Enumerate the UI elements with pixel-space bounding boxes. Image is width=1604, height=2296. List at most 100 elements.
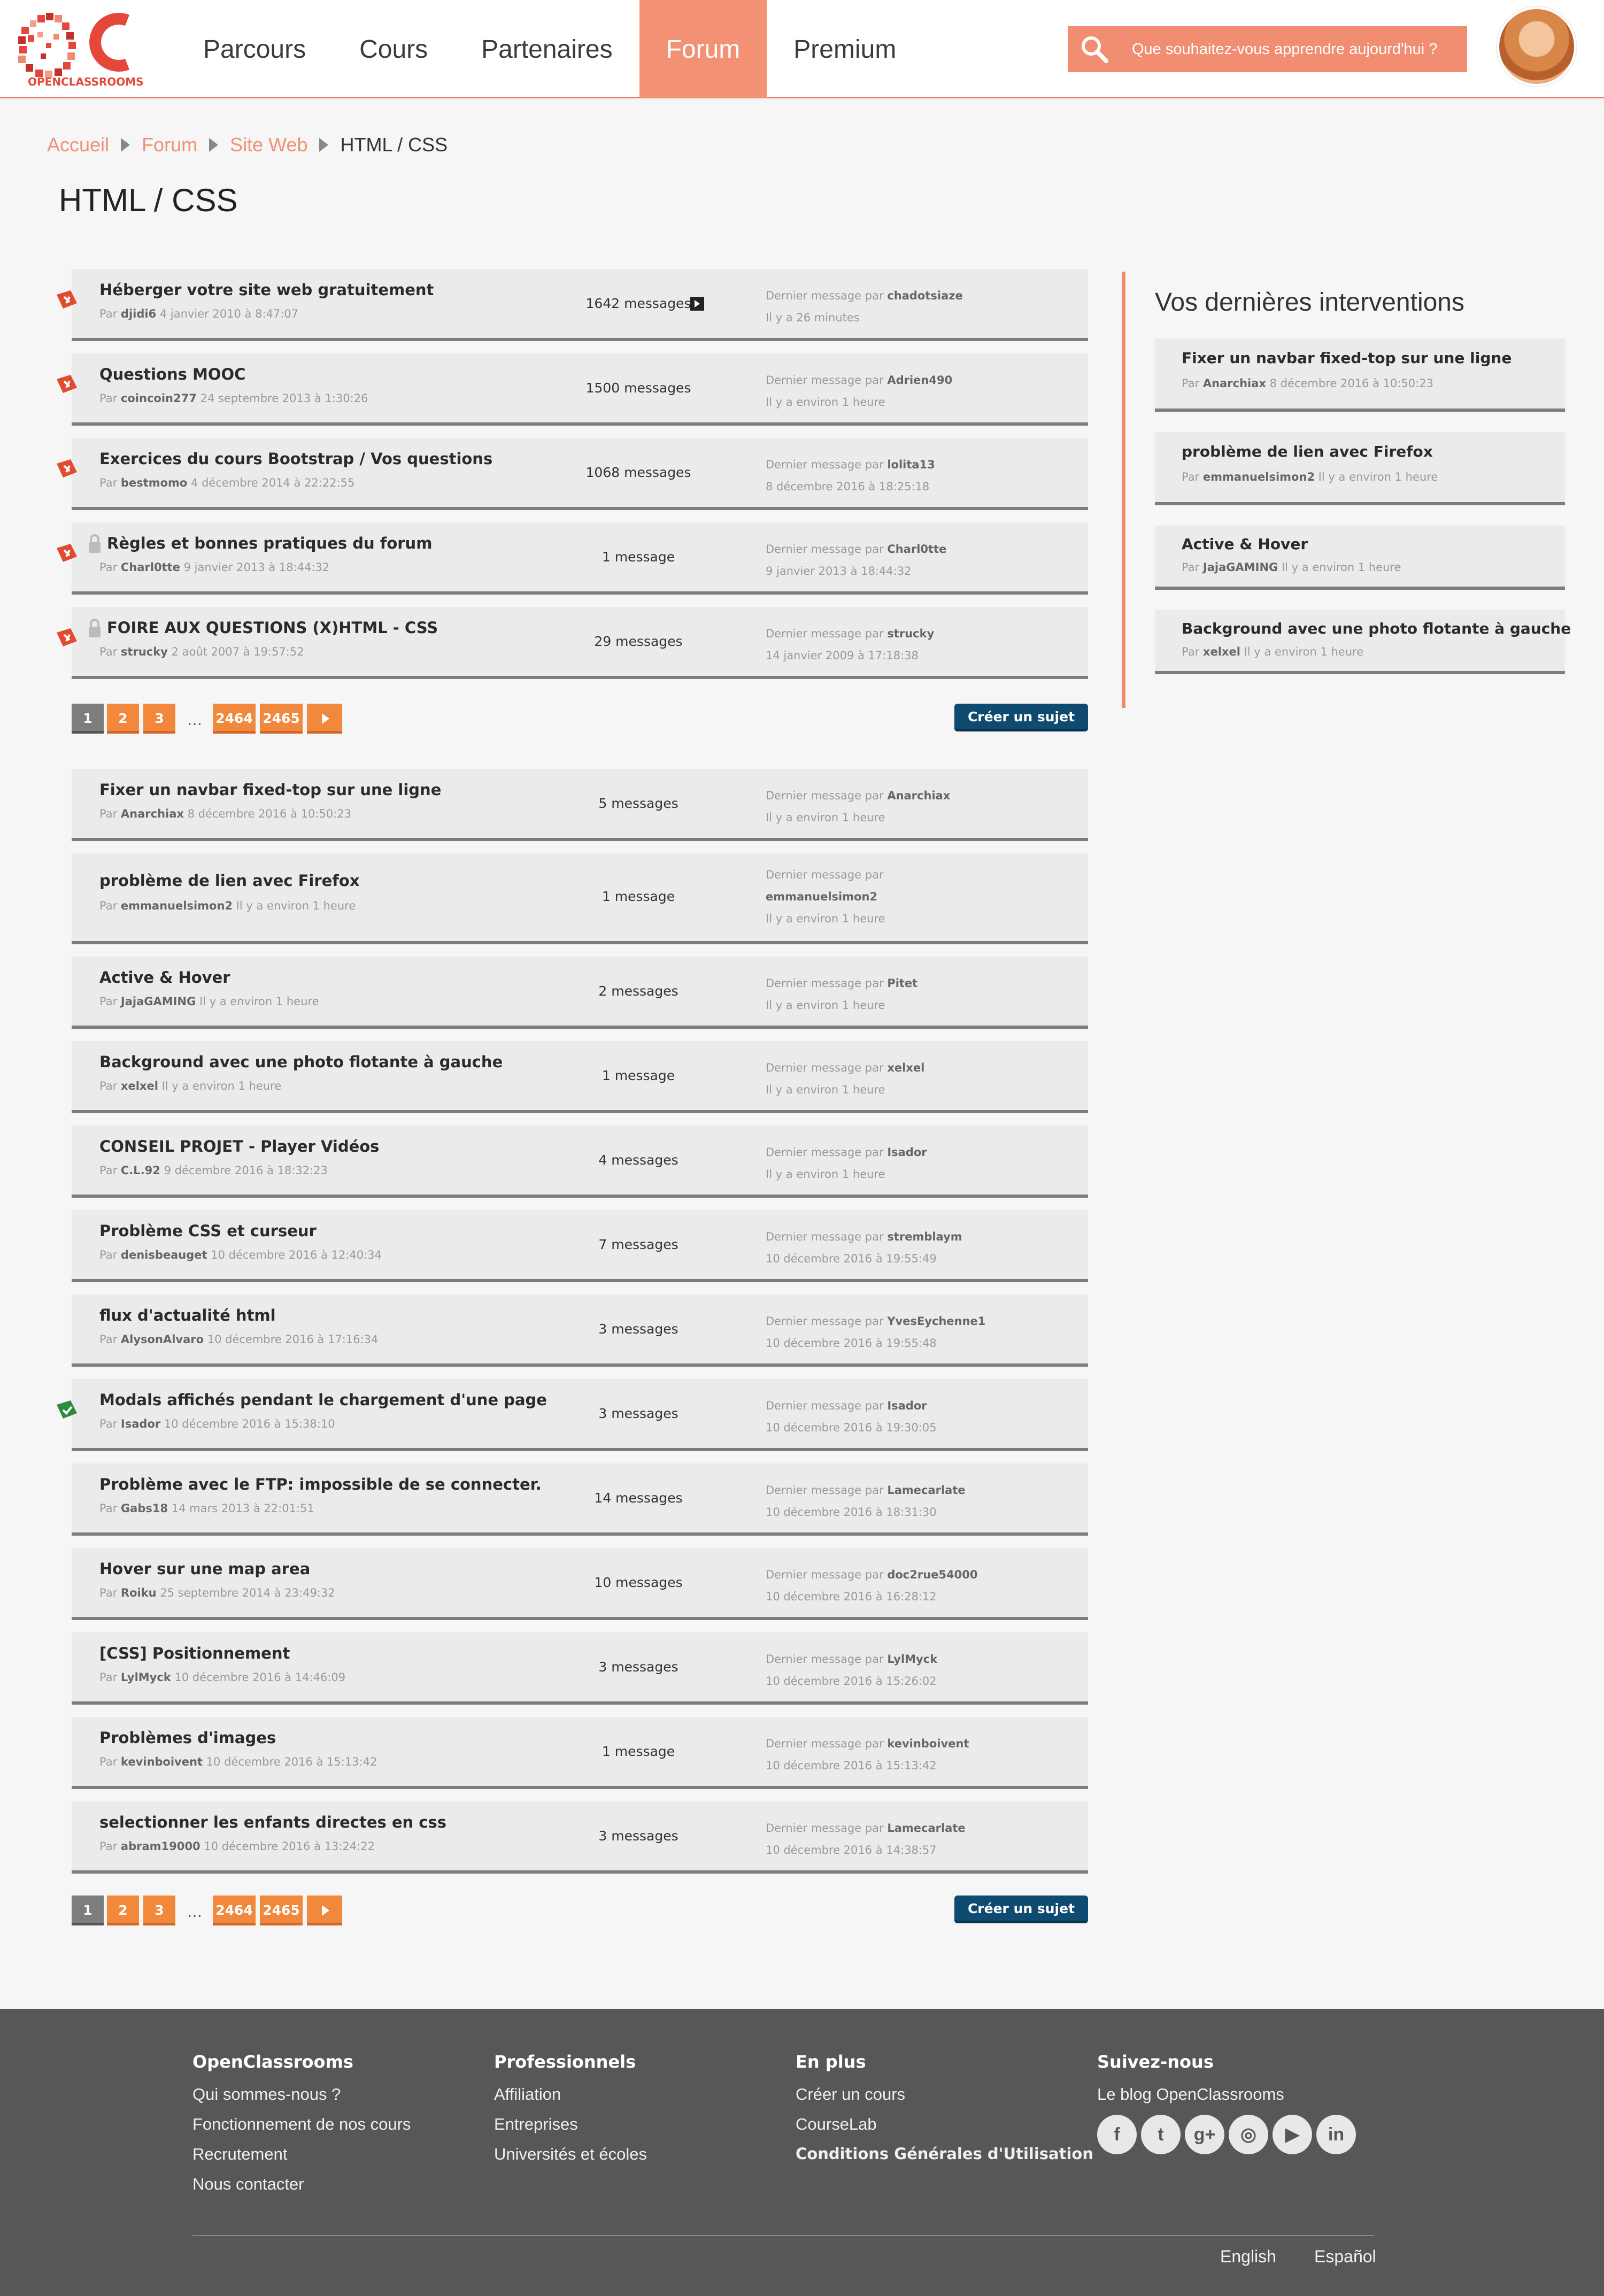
last-message-date[interactable]: 8 décembre 2016 à 18:25:18 xyxy=(766,476,935,498)
footer-link[interactable]: Qui sommes-nous ? xyxy=(192,2085,411,2104)
topic-row[interactable]: Fixer un navbar fixed-top sur une ligne P… xyxy=(72,769,1088,841)
last-message-date[interactable]: Il y a environ 1 heure xyxy=(766,1079,924,1101)
breadcrumb-link[interactable]: Accueil xyxy=(47,134,109,156)
last-message-date[interactable]: 10 décembre 2016 à 18:31:30 xyxy=(766,1501,966,1523)
topic-title[interactable]: Fixer un navbar fixed-top sur une ligne xyxy=(99,781,441,799)
topic-author[interactable]: JajaGAMING xyxy=(121,995,196,1008)
topic-row[interactable]: Problèmes d'images Par kevinboivent 10 dé… xyxy=(72,1717,1088,1789)
footer-link[interactable]: CourseLab xyxy=(796,2115,1093,2134)
sidebar-topic-title[interactable]: Active & Hover xyxy=(1182,535,1308,553)
sidebar-topic-author[interactable]: xelxel xyxy=(1203,645,1240,658)
topic-author[interactable]: abram19000 xyxy=(121,1840,200,1853)
topic-author[interactable]: kevinboivent xyxy=(121,1755,203,1768)
footer-link[interactable]: Entreprises xyxy=(494,2115,647,2134)
last-message-author[interactable]: xelxel xyxy=(887,1061,924,1074)
page-button-2465[interactable]: 2465 xyxy=(260,1896,303,1925)
last-message-author[interactable]: Lamecarlate xyxy=(887,1822,965,1835)
topic-row[interactable]: Héberger votre site web gratuitement Par … xyxy=(57,269,1088,341)
last-message-date[interactable]: 10 décembre 2016 à 15:26:02 xyxy=(766,1670,937,1692)
topic-author[interactable]: emmanuelsimon2 xyxy=(121,899,233,912)
topic-row[interactable]: flux d'actualité html Par AlysonAlvaro 10… xyxy=(72,1295,1088,1367)
youtube-icon[interactable]: ▶ xyxy=(1273,2115,1312,2154)
footer-link[interactable]: Nous contacter xyxy=(192,2175,411,2194)
sidebar-topic-author[interactable]: JajaGAMING xyxy=(1203,561,1278,574)
googleplus-icon[interactable]: g+ xyxy=(1185,2115,1224,2154)
topic-title[interactable]: Héberger votre site web gratuitement xyxy=(99,281,434,299)
last-message-author[interactable]: stremblaym xyxy=(887,1230,962,1243)
topic-row[interactable]: Hover sur une map area Par Roiku 25 septe… xyxy=(72,1548,1088,1620)
last-message-date[interactable]: 14 janvier 2009 à 17:18:38 xyxy=(766,645,934,667)
topic-author[interactable]: djidi6 xyxy=(121,307,156,320)
sidebar-topic-title[interactable]: Fixer un navbar fixed-top sur une ligne xyxy=(1182,349,1512,367)
topic-author[interactable]: coincoin277 xyxy=(121,392,197,405)
last-message-author[interactable]: LylMyck xyxy=(887,1653,937,1666)
page-button-2[interactable]: 2 xyxy=(107,1896,139,1925)
last-message-date[interactable]: Il y a environ 1 heure xyxy=(766,995,917,1016)
topic-row[interactable]: Questions MOOC Par coincoin277 24 septemb… xyxy=(57,353,1088,426)
last-message-date[interactable]: Il y a environ 1 heure xyxy=(766,1164,927,1185)
last-message-date[interactable]: Il y a environ 1 heure xyxy=(766,908,885,930)
last-message-author[interactable]: emmanuelsimon2 xyxy=(766,886,885,908)
topic-row[interactable]: CONSEIL PROJET - Player Vidéos Par C.L.92… xyxy=(72,1126,1088,1198)
page-button-2465[interactable]: 2465 xyxy=(260,704,303,734)
sidebar-topic-author[interactable]: Anarchiax xyxy=(1203,377,1266,390)
go-to-last-page-icon[interactable] xyxy=(690,297,704,311)
create-topic-button[interactable]: Créer un sujet xyxy=(954,704,1088,731)
last-message-author[interactable]: Isador xyxy=(887,1399,927,1412)
search-icon[interactable] xyxy=(1068,26,1121,72)
page-button-3[interactable]: 3 xyxy=(143,704,175,734)
topic-row[interactable]: [CSS] Positionnement Par LylMyck 10 décem… xyxy=(72,1632,1088,1705)
last-message-author[interactable]: YvesEychenne1 xyxy=(887,1315,985,1328)
sidebar-topic-item[interactable]: Fixer un navbar fixed-top sur une ligne P… xyxy=(1155,338,1565,412)
search-input[interactable] xyxy=(1121,26,1467,72)
topic-title[interactable]: [CSS] Positionnement xyxy=(99,1644,290,1662)
create-topic-button[interactable]: Créer un sujet xyxy=(954,1896,1088,1923)
last-message-date[interactable]: Il y a 26 minutes xyxy=(766,307,963,329)
topic-author[interactable]: denisbeauget xyxy=(121,1249,207,1261)
last-message-date[interactable]: 10 décembre 2016 à 19:55:48 xyxy=(766,1332,985,1354)
topic-row[interactable]: Exercices du cours Bootstrap / Vos quest… xyxy=(57,438,1088,510)
page-button-2464[interactable]: 2464 xyxy=(213,704,256,734)
linkedin-icon[interactable]: in xyxy=(1316,2115,1356,2154)
topic-title[interactable]: problème de lien avec Firefox xyxy=(99,872,360,890)
last-message-date[interactable]: 10 décembre 2016 à 15:13:42 xyxy=(766,1755,969,1777)
topic-title[interactable]: Problème avec le FTP: impossible de se c… xyxy=(99,1475,542,1493)
openclassrooms-logo[interactable]: OPENCLASSROOMS xyxy=(16,11,144,88)
topic-row[interactable]: Règles et bonnes pratiques du forum Par C… xyxy=(57,522,1088,595)
topic-title[interactable]: Hover sur une map area xyxy=(99,1560,310,1578)
sidebar-topic-item[interactable]: problème de lien avec Firefox Par emmanue… xyxy=(1155,432,1565,505)
last-message-author[interactable]: Isador xyxy=(887,1146,927,1159)
last-message-author[interactable]: chadotsiaze xyxy=(887,289,962,302)
nav-premium[interactable]: Premium xyxy=(767,0,923,98)
topic-row[interactable]: Problème CSS et curseur Par denisbeauget … xyxy=(72,1210,1088,1282)
page-button-2464[interactable]: 2464 xyxy=(213,1896,256,1925)
topic-author[interactable]: C.L.92 xyxy=(121,1164,160,1177)
topic-author[interactable]: Isador xyxy=(121,1417,160,1430)
topic-row[interactable]: Active & Hover Par JajaGAMING Il y a envi… xyxy=(72,957,1088,1029)
topic-title[interactable]: FOIRE AUX QUESTIONS (X)HTML - CSS xyxy=(107,619,438,637)
last-message-author[interactable]: Anarchiax xyxy=(887,789,950,802)
footer-link[interactable]: Affiliation xyxy=(494,2085,647,2104)
last-message-author[interactable]: Lamecarlate xyxy=(887,1484,965,1497)
last-message-date[interactable]: 10 décembre 2016 à 19:55:49 xyxy=(766,1248,962,1270)
last-message-date[interactable]: 9 janvier 2013 à 18:44:32 xyxy=(766,560,946,582)
topic-row[interactable]: selectionner les enfants directes en css… xyxy=(72,1801,1088,1874)
page-button-3[interactable]: 3 xyxy=(143,1896,175,1925)
last-message-date[interactable]: Il y a environ 1 heure xyxy=(766,391,952,413)
last-message-author[interactable]: Adrien490 xyxy=(887,374,952,387)
last-message-author[interactable]: lolita13 xyxy=(887,458,935,471)
topic-row[interactable]: Background avec une photo flotante à gau… xyxy=(72,1041,1088,1113)
last-message-date[interactable]: 10 décembre 2016 à 14:38:57 xyxy=(766,1839,966,1861)
nav-forum[interactable]: Forum xyxy=(639,0,767,98)
topic-author[interactable]: Roiku xyxy=(121,1586,157,1599)
topic-title[interactable]: selectionner les enfants directes en css xyxy=(99,1813,446,1831)
sidebar-topic-item[interactable]: Background avec une photo flotante à gau… xyxy=(1155,610,1571,674)
topic-title[interactable]: Questions MOOC xyxy=(99,365,245,383)
instagram-icon[interactable]: ◎ xyxy=(1229,2115,1268,2154)
nav-partenaires[interactable]: Partenaires xyxy=(454,0,639,98)
sidebar-topic-title[interactable]: Background avec une photo flotante à gau… xyxy=(1182,620,1571,637)
twitter-icon[interactable]: t xyxy=(1141,2115,1181,2154)
topic-title[interactable]: Problèmes d'images xyxy=(99,1729,276,1747)
last-message-date[interactable]: Il y a environ 1 heure xyxy=(766,807,950,829)
breadcrumb-link[interactable]: Forum xyxy=(142,134,197,156)
